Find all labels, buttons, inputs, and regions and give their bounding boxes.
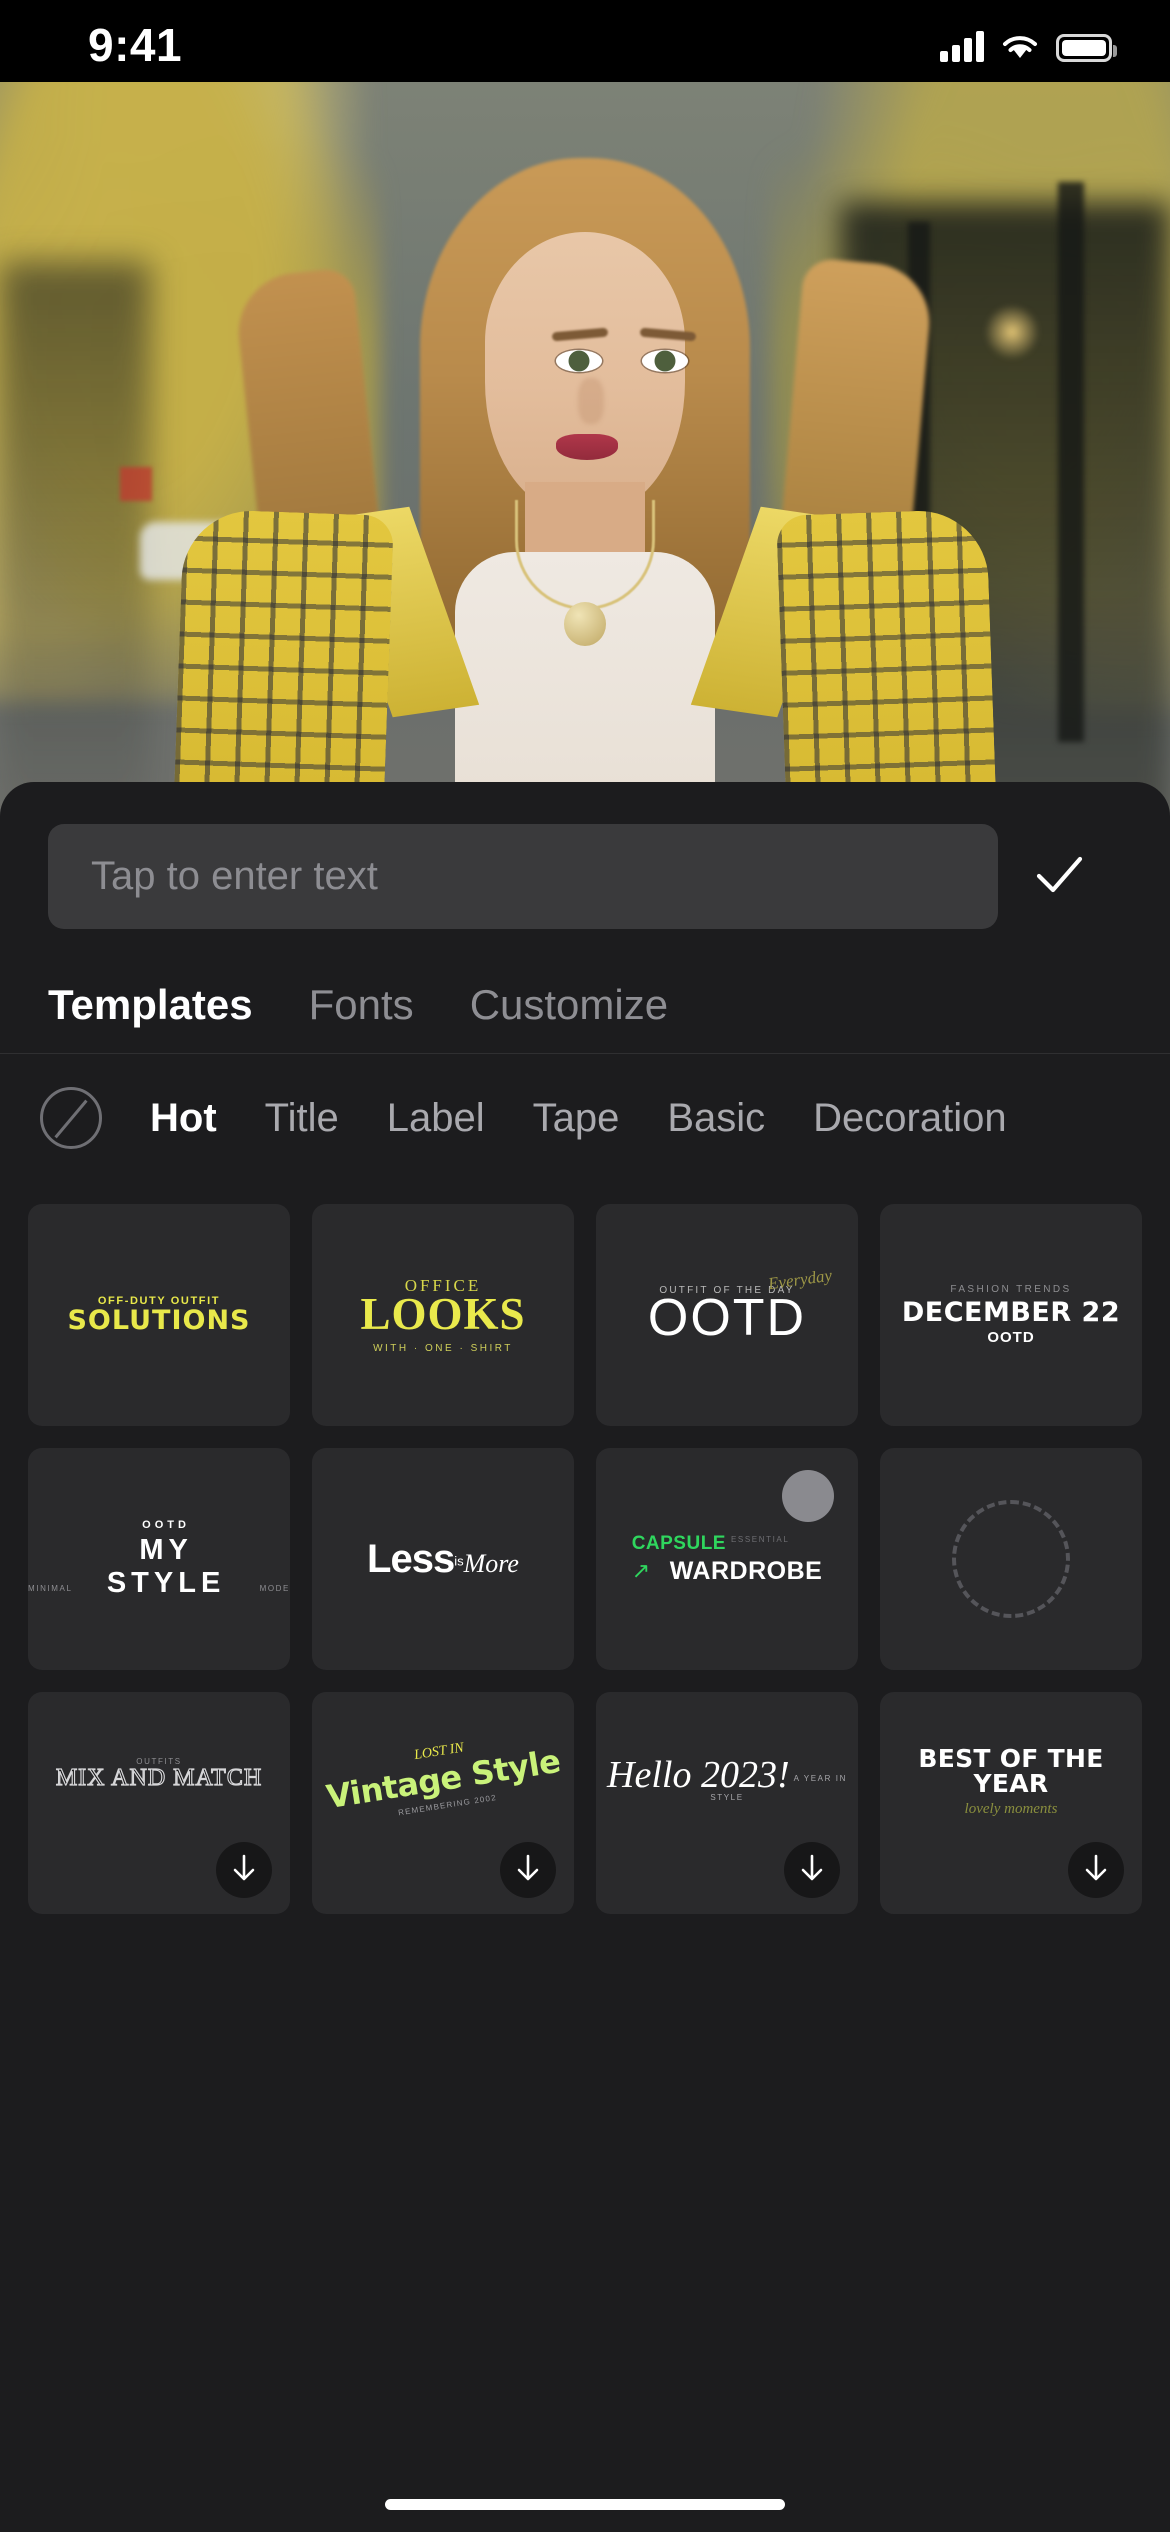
loading-indicator <box>782 1470 834 1522</box>
tab-customize[interactable]: Customize <box>470 981 668 1029</box>
template-sub-tag: ESSENTIAL <box>730 1534 790 1544</box>
template-card[interactable]: LessisMore <box>312 1448 574 1670</box>
template-title: CAPSULE <box>631 1532 726 1554</box>
tab-fonts[interactable]: Fonts <box>309 981 414 1029</box>
template-card[interactable]: OFF-DUTY OUTFIT SOLUTIONS <box>28 1204 290 1426</box>
confirm-button[interactable] <box>1020 838 1098 916</box>
template-title: SOLUTIONS <box>67 1305 251 1336</box>
template-card[interactable]: OUTFIT OF THE DAY OOTD Everyday <box>596 1204 858 1426</box>
dashed-circle-icon <box>952 1500 1070 1618</box>
download-icon <box>227 1851 261 1890</box>
template-card[interactable] <box>880 1448 1142 1670</box>
template-left-tag: MINIMAL <box>28 1583 73 1593</box>
template-right-tag: MODE <box>259 1583 290 1593</box>
download-button[interactable] <box>216 1842 272 1898</box>
category-bar: Hot Title Label Tape Basic Decoration <box>0 1054 1170 1182</box>
download-icon <box>1079 1851 1113 1890</box>
template-subtitle: WITH · ONE · SHIRT <box>373 1342 513 1354</box>
template-card[interactable]: BEST OF THE YEAR lovely moments <box>880 1692 1142 1914</box>
template-card[interactable]: Hello 2023! A YEAR IN STYLE <box>596 1692 858 1914</box>
tab-bar: Templates Fonts Customize <box>0 957 1170 1053</box>
status-bar: 9:41 <box>0 0 1170 82</box>
arrow-up-right-icon: ↗ <box>631 1557 651 1583</box>
text-input-placeholder: Tap to enter text <box>91 854 378 898</box>
download-button[interactable] <box>500 1842 556 1898</box>
text-tool-sheet: Tap to enter text Templates Fonts Custom… <box>0 782 1170 2532</box>
template-mid-word: is <box>454 1553 464 1569</box>
template-title: Less <box>367 1537 455 1581</box>
template-card[interactable]: OFFICE LOOKS WITH · ONE · SHIRT <box>312 1204 574 1426</box>
download-icon <box>795 1851 829 1890</box>
template-subtitle: lovely moments <box>964 1800 1058 1817</box>
category-label[interactable]: Label <box>387 1096 485 1141</box>
template-title: MIX AND MATCH <box>55 1765 263 1791</box>
home-indicator[interactable] <box>385 2499 785 2510</box>
template-card[interactable]: LOST IN Vintage Style REMEMBERING 2002 <box>312 1692 574 1914</box>
template-title-secondary: WARDROBE <box>669 1556 823 1585</box>
download-icon <box>511 1851 545 1890</box>
text-entry-bar: Tap to enter text <box>0 782 1170 957</box>
template-grid: OFF-DUTY OUTFIT SOLUTIONS OFFICE LOOKS W… <box>0 1182 1170 1914</box>
text-input[interactable]: Tap to enter text <box>48 824 998 929</box>
category-decoration[interactable]: Decoration <box>813 1096 1006 1141</box>
tab-templates[interactable]: Templates <box>48 981 253 1029</box>
template-subtitle: OOTD <box>987 1329 1035 1346</box>
template-tail-word: More <box>463 1549 519 1578</box>
template-card[interactable]: OUTFITS MIX AND MATCH <box>28 1692 290 1914</box>
template-title: MY STYLE <box>106 1533 226 1599</box>
cellular-signal-icon <box>940 30 984 62</box>
battery-icon <box>1056 34 1117 62</box>
template-title: DECEMBER 22 <box>901 1297 1121 1328</box>
checkmark-icon <box>1029 845 1089 910</box>
template-title: OOTD <box>647 1289 807 1347</box>
template-card[interactable]: FASHION TRENDS DECEMBER 22 OOTD <box>880 1204 1142 1426</box>
no-template-icon[interactable] <box>40 1087 102 1149</box>
template-title: LOOKS <box>360 1288 526 1339</box>
download-button[interactable] <box>784 1842 840 1898</box>
template-script-accent: Everyday <box>766 1265 833 1294</box>
template-card[interactable]: ↗ CAPSULE ESSENTIAL WARDROBE <box>596 1448 858 1670</box>
template-kicker: FASHION TRENDS <box>950 1284 1072 1295</box>
status-time: 9:41 <box>88 19 183 71</box>
template-kicker: OOTD <box>142 1518 190 1531</box>
phone-screen: 9:41 Tap to enter text Templates Fonts C… <box>0 0 1170 2532</box>
category-title[interactable]: Title <box>265 1096 339 1141</box>
wifi-icon <box>1000 32 1040 62</box>
category-tape[interactable]: Tape <box>533 1096 620 1141</box>
template-title: Hello 2023! <box>607 1753 790 1796</box>
template-card[interactable]: MINIMAL OOTD MY STYLE MODE <box>28 1448 290 1670</box>
template-title: BEST OF THE YEAR <box>918 1743 1104 1798</box>
category-hot[interactable]: Hot <box>150 1096 217 1141</box>
category-basic[interactable]: Basic <box>667 1096 765 1141</box>
download-button[interactable] <box>1068 1842 1124 1898</box>
